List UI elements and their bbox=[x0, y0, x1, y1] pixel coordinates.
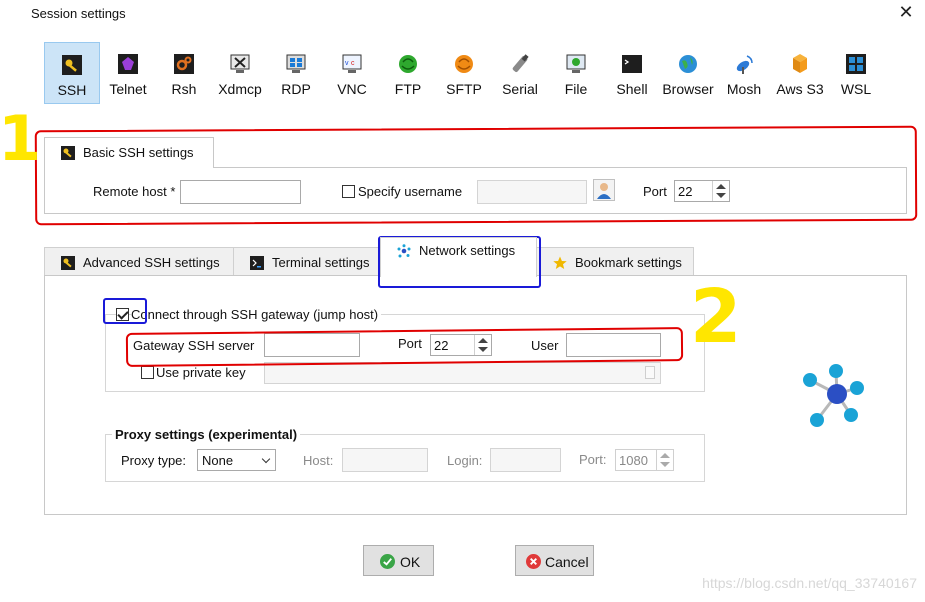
star-icon bbox=[553, 256, 567, 269]
proxy-group-title: Proxy settings (experimental) bbox=[112, 427, 301, 442]
sftp-icon bbox=[455, 55, 473, 73]
cancel-label: Cancel bbox=[545, 554, 589, 570]
file-browse-icon[interactable] bbox=[645, 366, 655, 379]
tab-label: Bookmark settings bbox=[575, 255, 682, 270]
title-bar: Session settings ✕ bbox=[0, 0, 925, 28]
shell-icon bbox=[622, 55, 642, 73]
cancel-button[interactable]: Cancel bbox=[515, 545, 594, 576]
tab-network-settings[interactable]: Network settings bbox=[380, 237, 537, 277]
check-circle-icon bbox=[380, 554, 395, 569]
window-title: Session settings bbox=[31, 6, 126, 21]
use-private-key-label: Use private key bbox=[156, 365, 246, 380]
proxy-login-label: Login: bbox=[447, 453, 483, 468]
wsl-icon bbox=[846, 54, 866, 74]
chevron-down-icon bbox=[261, 454, 271, 464]
annotation-red-box-gateway bbox=[125, 327, 684, 367]
ftp-icon bbox=[399, 55, 417, 73]
file-icon bbox=[566, 54, 586, 73]
svg-text:c: c bbox=[351, 60, 355, 67]
browser-icon bbox=[679, 55, 697, 73]
key-icon bbox=[61, 256, 75, 270]
tab-bookmark-settings[interactable]: Bookmark settings bbox=[536, 247, 694, 276]
annotation-number-two: 2 bbox=[690, 274, 742, 360]
svg-text:v: v bbox=[345, 60, 349, 67]
proxy-login-input[interactable] bbox=[490, 448, 561, 472]
private-key-input[interactable] bbox=[264, 362, 661, 384]
vnc-icon: vc bbox=[342, 54, 362, 73]
spinner-arrows bbox=[656, 450, 673, 470]
telnet-icon bbox=[118, 54, 138, 74]
network-illustration-icon bbox=[803, 364, 864, 427]
proxy-type-select[interactable]: None bbox=[197, 449, 276, 471]
proxy-host-label: Host: bbox=[303, 453, 334, 468]
ssh-icon bbox=[62, 55, 82, 75]
mosh-icon bbox=[736, 55, 753, 74]
rsh-icon bbox=[174, 54, 194, 74]
watermark: https://blog.csdn.net/qq_33740167 bbox=[702, 575, 917, 591]
basic-tab-label: Basic SSH settings bbox=[83, 145, 194, 160]
serial-icon bbox=[512, 54, 529, 73]
ok-button[interactable]: OK bbox=[363, 545, 434, 576]
close-icon[interactable]: ✕ bbox=[897, 3, 915, 21]
proxy-port-value: 1080 bbox=[619, 453, 648, 468]
spinner-down-icon[interactable] bbox=[660, 462, 670, 467]
tab-label: Terminal settings bbox=[272, 255, 370, 270]
aws-s3-icon bbox=[793, 54, 807, 73]
key-icon bbox=[61, 146, 75, 160]
rdp-icon bbox=[286, 54, 306, 73]
proxy-port-spinner[interactable]: 1080 bbox=[615, 449, 674, 471]
network-settings-panel: Connect through SSH gateway (jump host) … bbox=[44, 275, 907, 515]
annotation-number-one: 1 bbox=[0, 102, 42, 175]
network-icon bbox=[397, 244, 411, 258]
ok-label: OK bbox=[400, 554, 421, 570]
xdmcp-icon bbox=[230, 54, 250, 73]
terminal-icon bbox=[250, 256, 264, 270]
proxy-type-value: None bbox=[202, 453, 234, 468]
spinner-up-icon[interactable] bbox=[660, 453, 670, 458]
tab-advanced-ssh-settings[interactable]: Advanced SSH settings bbox=[44, 247, 234, 276]
ssh-gateway-label: Connect through SSH gateway (jump host) bbox=[131, 307, 382, 322]
proxy-type-label: Proxy type: bbox=[121, 453, 187, 468]
protocol-label: WSL bbox=[840, 81, 872, 97]
proxy-port-label: Port: bbox=[579, 452, 607, 467]
protocol-wsl[interactable]: WSL bbox=[828, 42, 884, 104]
tab-terminal-settings[interactable]: Terminal settings bbox=[233, 247, 381, 276]
proxy-host-input[interactable] bbox=[342, 448, 428, 472]
tab-basic-ssh-settings[interactable]: Basic SSH settings bbox=[44, 137, 214, 168]
tab-label: Network settings bbox=[419, 243, 516, 258]
use-private-key-checkbox[interactable] bbox=[141, 366, 154, 379]
tab-label: Advanced SSH settings bbox=[83, 255, 220, 270]
cancel-circle-icon bbox=[526, 554, 541, 569]
annotation-blue-box-checkbox bbox=[103, 298, 147, 324]
